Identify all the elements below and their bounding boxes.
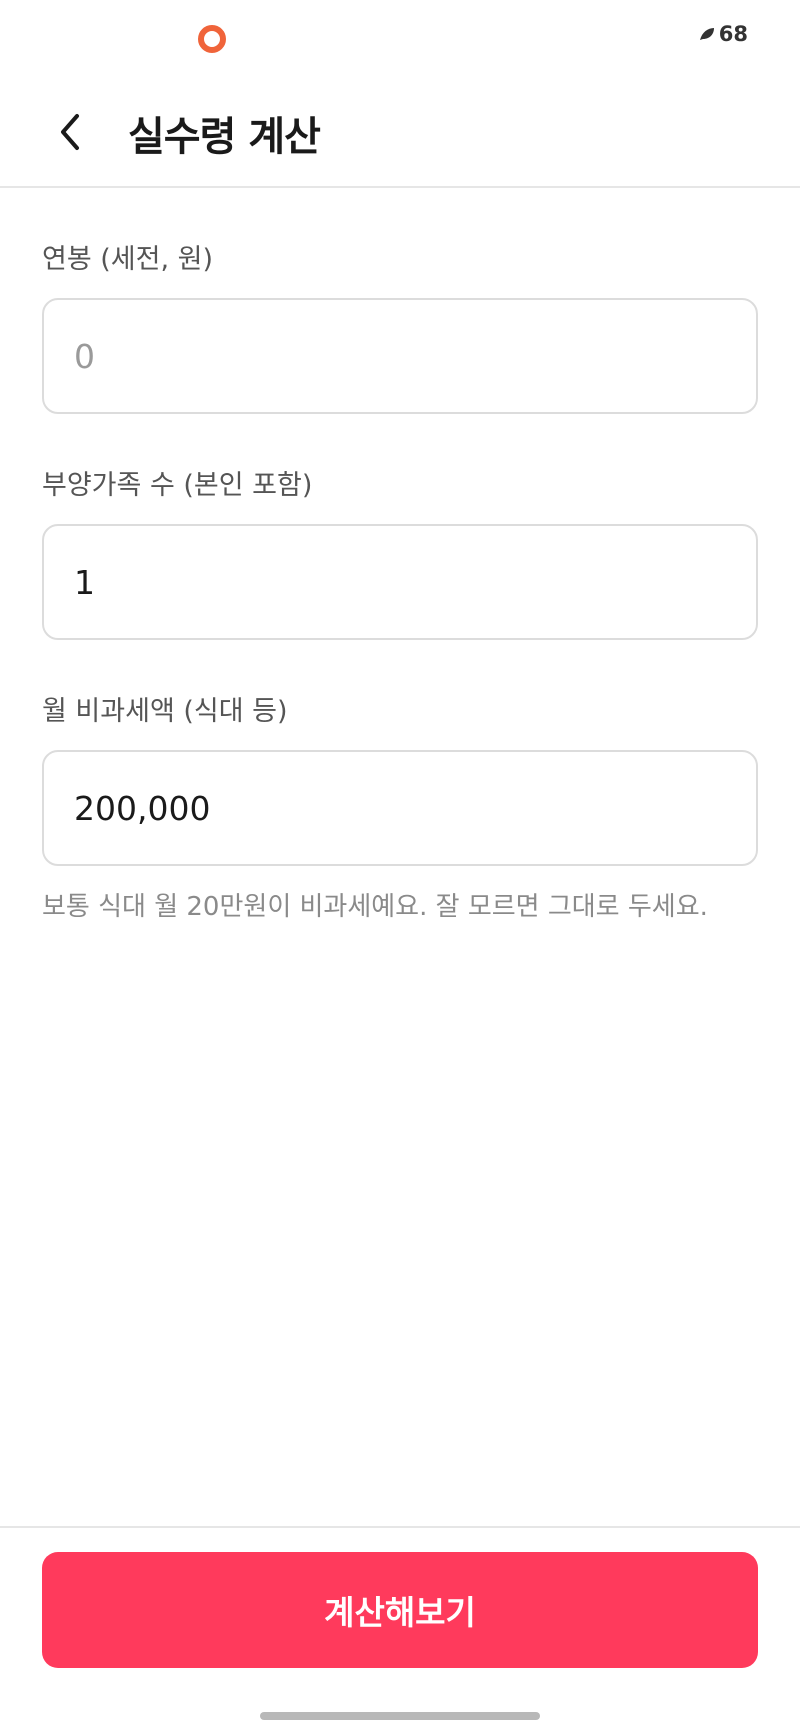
- calculate-button[interactable]: 계산해보기: [42, 1552, 758, 1668]
- non-taxable-input[interactable]: [74, 788, 756, 828]
- dependents-label: 부양가족 수 (본인 포함): [42, 470, 313, 501]
- annual-salary-group: 연봉 (세전, 원): [42, 240, 758, 414]
- salary-calculator-screen: 68 실수령 계산 연봉 (세전, 원) 부양가족 수 (본인 포함) 월 비과…: [0, 0, 800, 1733]
- dependents-input[interactable]: [74, 562, 756, 602]
- annual-salary-input[interactable]: [74, 336, 756, 376]
- non-taxable-box: [42, 750, 758, 866]
- status-bar: 68: [0, 0, 800, 72]
- bottom-divider: [0, 1526, 800, 1528]
- annual-salary-box: [42, 298, 758, 414]
- annual-salary-label: 연봉 (세전, 원): [42, 244, 214, 275]
- app-header: 실수령 계산: [0, 72, 800, 188]
- page-title: 실수령 계산: [128, 114, 321, 160]
- salary-form: 연봉 (세전, 원) 부양가족 수 (본인 포함) 월 비과세액 (식대 등) …: [42, 240, 758, 923]
- home-indicator: [260, 1712, 540, 1720]
- dependents-box: [42, 524, 758, 640]
- chevron-left-icon: [61, 114, 79, 150]
- battery-indicator: 68: [699, 22, 748, 46]
- non-taxable-group: 월 비과세액 (식대 등) 보통 식대 월 20만원이 비과세예요. 잘 모르면…: [42, 692, 758, 923]
- battery-level-text: 68: [718, 22, 748, 46]
- non-taxable-label: 월 비과세액 (식대 등): [42, 696, 288, 727]
- notification-ring-icon: [198, 25, 226, 53]
- back-button[interactable]: [40, 102, 100, 162]
- dependents-group: 부양가족 수 (본인 포함): [42, 466, 758, 640]
- non-taxable-hint: 보통 식대 월 20만원이 비과세예요. 잘 모르면 그대로 두세요.: [42, 892, 708, 922]
- leaf-icon: [699, 27, 715, 41]
